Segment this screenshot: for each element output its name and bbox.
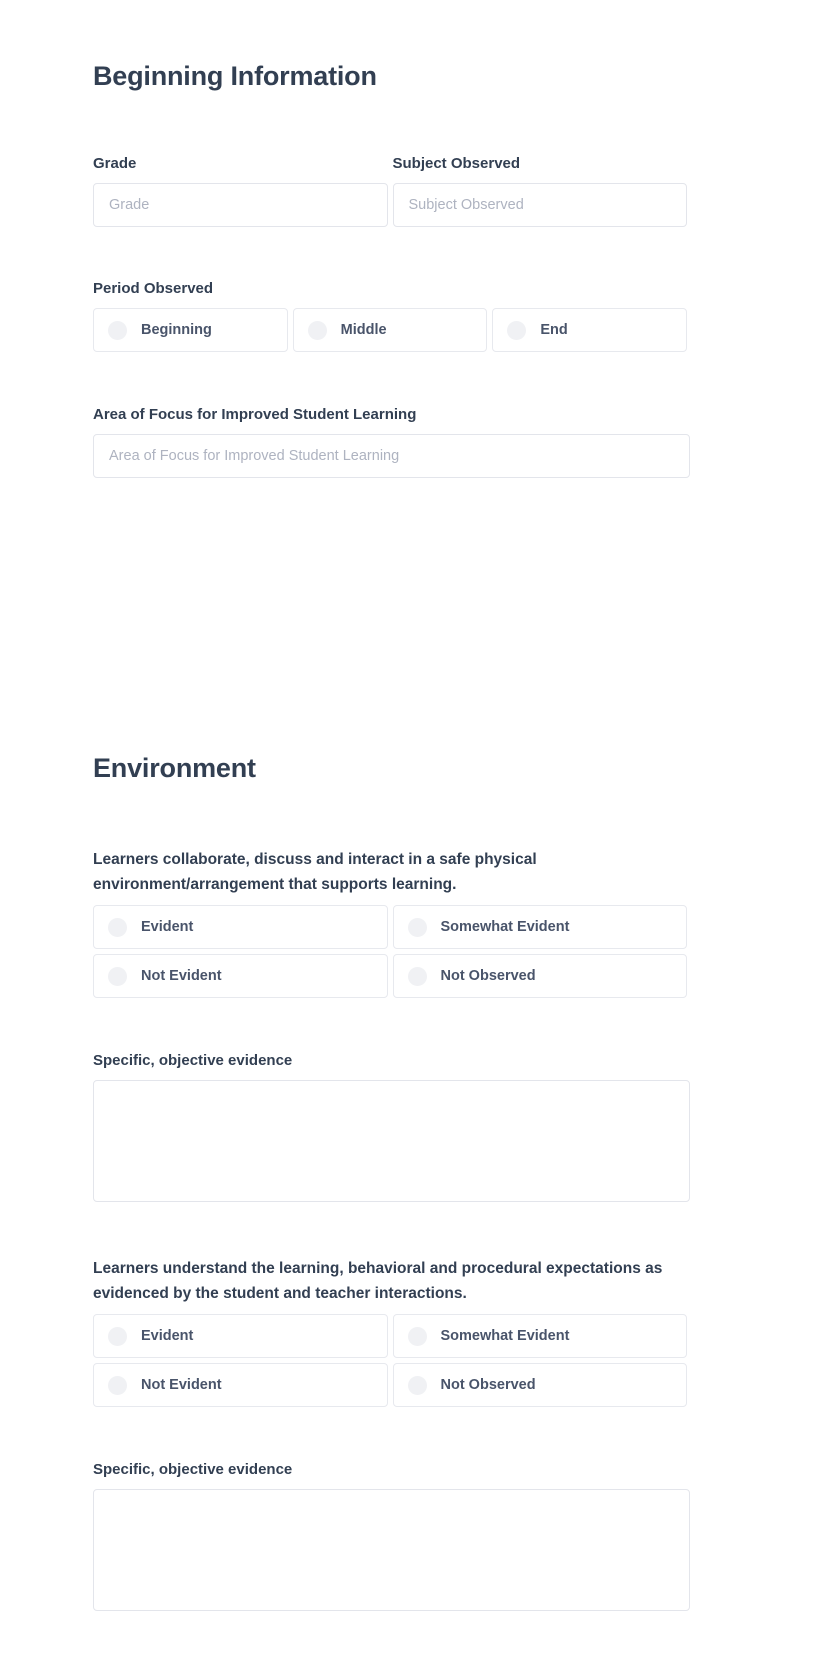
grade-input[interactable] [93, 183, 388, 228]
question-2-evidence-group: Specific, objective evidence [93, 1460, 690, 1612]
question-prompt: Learners collaborate, discuss and intera… [93, 851, 537, 894]
grade-subject-row: Grade Subject Observed [93, 154, 687, 228]
option-label: Somewhat Evident [440, 1327, 570, 1344]
question-1-evidence-textarea[interactable] [93, 1080, 690, 1203]
question-1-option-not-observed[interactable]: Not Observed [392, 954, 687, 999]
section-header-environment: Environment [93, 752, 256, 784]
subject-observed-label: Subject Observed [392, 155, 521, 172]
radio-icon[interactable] [108, 1326, 127, 1346]
period-observed-label: Period Observed [93, 280, 214, 297]
evidence-label: Specific, objective evidence [93, 1052, 293, 1069]
question-prompt: Learners understand the learning, behavi… [93, 1260, 663, 1303]
question-group-2: Learners understand the learning, behavi… [93, 1256, 687, 1408]
subject-observed-input[interactable] [392, 183, 687, 228]
option-label: Evident [141, 918, 194, 935]
option-label: Evident [141, 1327, 194, 1344]
question-1-option-not-evident[interactable]: Not Evident [93, 954, 388, 999]
option-label: Not Evident [141, 1376, 222, 1393]
radio-icon[interactable] [108, 917, 127, 937]
period-option-end[interactable]: End [492, 308, 688, 353]
period-option-label: Middle [340, 322, 387, 338]
option-label: Somewhat Evident [440, 918, 570, 935]
radio-icon[interactable] [307, 320, 327, 340]
option-label: Not Evident [141, 967, 222, 984]
radio-icon[interactable] [407, 1375, 427, 1395]
period-option-beginning[interactable]: Beginning [93, 308, 288, 353]
question-1-option-evident[interactable]: Evident [93, 905, 388, 950]
period-observed-group: Period Observed Beginning Middle End [93, 279, 688, 353]
grade-label: Grade [93, 155, 137, 172]
question-2-options: Evident Somewhat Evident Not Evident Not… [93, 1314, 687, 1408]
period-option-label: End [540, 322, 568, 338]
radio-icon[interactable] [108, 320, 127, 340]
area-of-focus-group: Area of Focus for Improved Student Learn… [93, 405, 690, 479]
question-2-option-somewhat-evident[interactable]: Somewhat Evident [392, 1314, 687, 1359]
option-label: Not Observed [440, 1376, 536, 1393]
area-of-focus-input[interactable] [93, 434, 690, 479]
area-of-focus-label: Area of Focus for Improved Student Learn… [93, 406, 417, 423]
section-header-beginning-information: Beginning Information [93, 60, 377, 92]
question-1-evidence-group: Specific, objective evidence [93, 1051, 690, 1203]
question-group-1: Learners collaborate, discuss and intera… [93, 847, 687, 999]
question-1-options: Evident Somewhat Evident Not Evident Not… [93, 905, 687, 999]
evidence-label: Specific, objective evidence [93, 1461, 293, 1478]
question-1-option-somewhat-evident[interactable]: Somewhat Evident [392, 905, 687, 950]
period-observed-options: Beginning Middle End [93, 308, 688, 353]
question-2-option-evident[interactable]: Evident [93, 1314, 388, 1359]
grade-field-group: Grade [93, 154, 388, 228]
radio-icon[interactable] [407, 966, 427, 986]
question-2-option-not-evident[interactable]: Not Evident [93, 1363, 388, 1408]
radio-icon[interactable] [108, 1375, 127, 1395]
page-title: Beginning Information [93, 61, 377, 91]
radio-icon[interactable] [108, 966, 127, 986]
option-label: Not Observed [440, 967, 536, 984]
radio-icon[interactable] [407, 1326, 427, 1346]
period-option-middle[interactable]: Middle [292, 308, 488, 353]
radio-icon[interactable] [507, 320, 527, 340]
question-2-option-not-observed[interactable]: Not Observed [392, 1363, 687, 1408]
period-option-label: Beginning [141, 322, 212, 338]
question-2-evidence-textarea[interactable] [93, 1489, 690, 1612]
observation-form-page: Beginning Information Grade Subject Obse… [0, 0, 840, 1680]
subject-observed-field-group: Subject Observed [392, 154, 687, 228]
radio-icon[interactable] [407, 917, 427, 937]
section-title-environment: Environment [93, 753, 256, 783]
